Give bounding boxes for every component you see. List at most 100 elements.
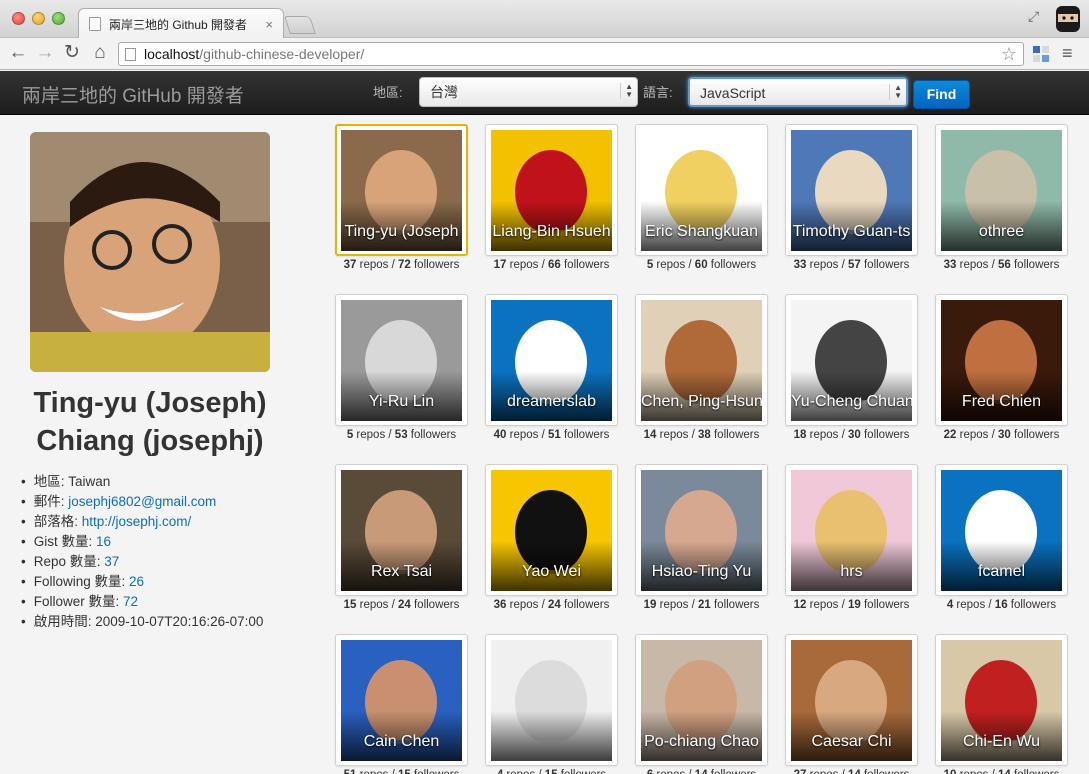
developer-avatar-frame[interactable]: Ting-yu (Joseph (335, 124, 468, 256)
developer-card[interactable]: Chen, Ping-Hsun 14 repos / 38 followers (635, 294, 768, 441)
profile-field-value[interactable]: http://josephj.com/ (82, 514, 192, 529)
profile-field-label: 地區: (33, 474, 69, 489)
developer-name: Yi-Ru Lin (368, 393, 435, 410)
follower-count: 14 (848, 769, 861, 774)
find-button[interactable]: Find (913, 80, 970, 109)
developer-card[interactable]: Timothy Guan-ts 33 repos / 57 followers (785, 124, 918, 271)
home-icon[interactable]: ⌂ (88, 41, 112, 65)
window-titlebar: 兩岸三地的 Github 開發者 × ⤢ (0, 0, 1089, 39)
developer-avatar-frame[interactable]: fcamel (935, 464, 1068, 596)
followers-word: followers (560, 599, 610, 611)
developer-card[interactable]: Eric Shangkuan 5 repos / 60 followers (635, 124, 768, 271)
developer-card[interactable]: dreamerslab 40 repos / 51 followers (485, 294, 618, 441)
new-tab-button[interactable] (284, 16, 316, 34)
developer-avatar-frame[interactable]: Hsiao-Ting Yu (635, 464, 768, 596)
developer-card[interactable]: Rex Tsai 15 repos / 24 followers (335, 464, 468, 611)
forward-arrow-icon[interactable]: → (33, 41, 57, 65)
repo-count: 10 (944, 769, 957, 774)
repo-count: 22 (943, 429, 957, 441)
repos-word: repos / (953, 599, 995, 611)
developer-card[interactable]: Fred Chien 22 repos / 30 followers (935, 294, 1068, 441)
developer-avatar-frame[interactable]: Liang-Bin Hsueh (485, 124, 618, 256)
repo-count: 17 (493, 259, 507, 271)
developer-avatar-frame[interactable]: Yu-Cheng Chuang (785, 294, 918, 426)
developer-card[interactable]: Yi-Ru Lin 5 repos / 53 followers (335, 294, 468, 441)
developer-name: Cain Chen (363, 733, 440, 750)
developer-avatar-frame[interactable]: Yao Wei (485, 464, 618, 596)
developer-card[interactable]: hrs 12 repos / 19 followers (785, 464, 918, 611)
language-select[interactable]: JavaScript ▲ ▼ (688, 77, 908, 107)
developer-avatar-frame[interactable]: dreamerslab (485, 294, 618, 426)
tab-close-icon[interactable]: × (265, 17, 273, 32)
developer-avatar-frame[interactable]: othree (935, 124, 1068, 256)
developer-avatar: Caesar Chi (791, 640, 912, 761)
developer-avatar-frame[interactable]: Rex Tsai (335, 464, 468, 596)
profile-field-value[interactable]: 16 (96, 534, 111, 549)
page-favicon-icon (89, 17, 101, 31)
avatar-shade (491, 711, 612, 761)
developer-card[interactable]: Liang-Bin Hsueh 17 repos / 66 followers (485, 124, 618, 271)
developer-avatar: Rex Tsai (341, 470, 462, 591)
followers-word: followers (710, 429, 760, 441)
browser-tab[interactable]: 兩岸三地的 Github 開發者 × (78, 8, 284, 39)
developer-card[interactable]: Chi-En Wu 10 repos / 14 followers (935, 634, 1068, 774)
close-window-button[interactable] (12, 12, 25, 25)
developer-card[interactable]: Ting-yu (Joseph 37 repos / 72 followers (335, 124, 468, 271)
profile-details: 地區: Taiwan郵件: josephj6802@gmail.com部落格: … (21, 472, 264, 632)
developer-card[interactable]: Po-chiang Chao 6 repos / 14 followers (635, 634, 768, 774)
developer-avatar-frame[interactable]: hrs (785, 464, 918, 596)
developer-name: Rex Tsai (370, 563, 433, 580)
profile-field-value[interactable]: 26 (129, 574, 144, 589)
profile-field-value: Taiwan (68, 474, 111, 489)
chrome-menu-icon[interactable]: ≡ (1062, 43, 1073, 64)
developer-name: Hsiao-Ting Yu (651, 563, 752, 580)
developer-avatar: othree (941, 130, 1062, 251)
developer-avatar-frame[interactable] (485, 634, 618, 766)
back-arrow-icon[interactable]: ← (6, 41, 30, 65)
followers-word: followers (410, 259, 460, 271)
developer-avatar-frame[interactable]: Po-chiang Chao (635, 634, 768, 766)
developer-card[interactable]: Hsiao-Ting Yu 19 repos / 21 followers (635, 464, 768, 611)
developer-avatar: Liang-Bin Hsueh (491, 130, 612, 251)
developer-avatar-frame[interactable]: Fred Chien (935, 294, 1068, 426)
profile-field-label: Following 數量: (33, 574, 130, 589)
developer-name: Timothy Guan-ts (792, 223, 911, 240)
follower-count: 24 (547, 599, 561, 611)
zoom-window-button[interactable] (52, 12, 65, 25)
follower-count: 15 (398, 769, 411, 774)
fullscreen-icon[interactable]: ⤢ (1028, 8, 1039, 25)
repos-word: repos / (356, 769, 398, 774)
developer-card[interactable]: fcamel 4 repos / 16 followers (935, 464, 1068, 611)
developer-card[interactable]: 4 repos / 15 followers (485, 634, 618, 774)
site-brand[interactable]: 兩岸三地的 GitHub 開發者 (22, 81, 244, 108)
followers-word: followers (860, 259, 910, 271)
developer-card[interactable]: Yao Wei 36 repos / 24 followers (485, 464, 618, 611)
select-arrows-icon: ▲ ▼ (620, 83, 633, 99)
developer-card[interactable]: Yu-Cheng Chuang 18 repos / 30 followers (785, 294, 918, 441)
developer-avatar-frame[interactable]: Chen, Ping-Hsun (635, 294, 768, 426)
developer-avatar-frame[interactable]: Eric Shangkuan (635, 124, 768, 256)
developer-card[interactable]: Caesar Chi 27 repos / 14 followers (785, 634, 918, 774)
extension-icon[interactable] (1032, 45, 1050, 63)
developer-card[interactable]: othree 33 repos / 56 followers (935, 124, 1068, 271)
address-bar[interactable]: localhost/github-chinese-developer/ ☆ (118, 42, 1024, 66)
region-select[interactable]: 台灣 ▲ ▼ (419, 77, 638, 107)
developer-avatar: Eric Shangkuan (641, 130, 762, 251)
profile-field-value[interactable]: 37 (104, 554, 119, 569)
developer-avatar-frame[interactable]: Yi-Ru Lin (335, 294, 468, 426)
developer-name: dreamerslab (507, 393, 596, 410)
bookmark-star-icon[interactable]: ☆ (1001, 44, 1017, 65)
reload-icon[interactable]: ↻ (60, 41, 84, 65)
developer-stats: 33 repos / 56 followers (935, 259, 1068, 271)
profile-field-value[interactable]: 72 (123, 594, 138, 609)
developer-avatar-frame[interactable]: Chi-En Wu (935, 634, 1068, 766)
developer-avatar: Fred Chien (941, 300, 1062, 421)
developer-avatar-frame[interactable]: Caesar Chi (785, 634, 918, 766)
repo-count: 36 (493, 599, 507, 611)
developer-avatar-frame[interactable]: Cain Chen (335, 634, 468, 766)
repo-count: 15 (343, 599, 357, 611)
profile-field-value[interactable]: josephj6802@gmail.com (68, 494, 216, 509)
developer-card[interactable]: Cain Chen 51 repos / 15 followers (335, 634, 468, 774)
developer-avatar-frame[interactable]: Timothy Guan-ts (785, 124, 918, 256)
minimize-window-button[interactable] (32, 12, 45, 25)
